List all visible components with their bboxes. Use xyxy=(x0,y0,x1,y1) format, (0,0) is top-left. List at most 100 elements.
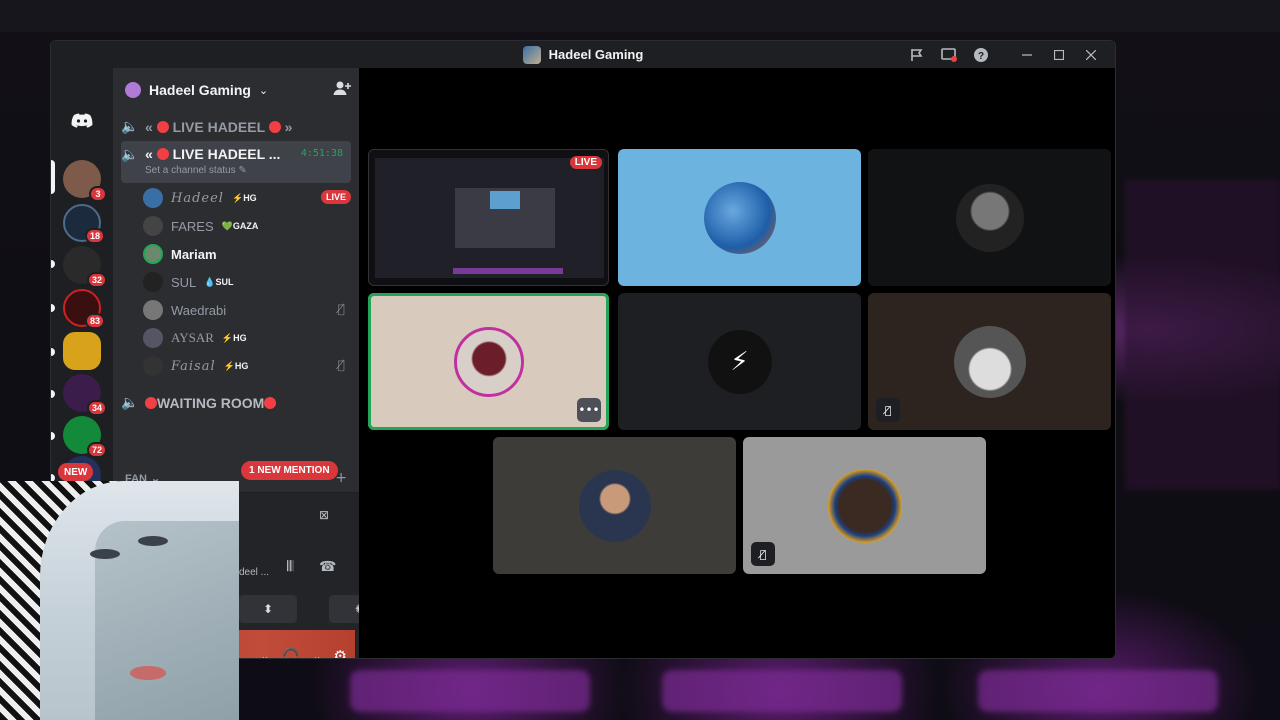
mic-muted-icon: 🎙̸ xyxy=(751,542,775,566)
member-name: SUL xyxy=(171,274,197,290)
voice-member[interactable]: Mariam xyxy=(143,241,353,267)
participant-tile[interactable] xyxy=(493,437,736,574)
background-side-panel xyxy=(1125,180,1280,490)
guild-header[interactable]: Hadeel Gaming ⌄ xyxy=(113,68,359,112)
voice-member[interactable]: Faisal ⚡HG 🎙̸ xyxy=(143,353,353,379)
participant-tile[interactable] xyxy=(618,149,861,286)
channel-name: LIVE HADEEL ... xyxy=(172,146,281,162)
server-icon[interactable]: 72 xyxy=(63,416,107,458)
voice-member[interactable]: SUL 💧SUL xyxy=(143,269,353,295)
participant-tile[interactable]: 🎙̸ xyxy=(743,437,986,574)
server-icon[interactable]: 32 xyxy=(63,246,107,288)
server-icon[interactable]: 34 xyxy=(63,374,107,416)
help-icon[interactable]: ? xyxy=(965,41,997,68)
channel-name: WAITING ROOM xyxy=(157,394,265,411)
active-server-pip xyxy=(51,160,55,194)
unread-pip xyxy=(51,432,55,440)
background-pill xyxy=(350,670,590,712)
channel-timer: 4:51:38 xyxy=(300,148,343,159)
background-bar xyxy=(0,0,1280,32)
unread-pip xyxy=(51,304,55,312)
live-badge: LIVE xyxy=(569,156,602,169)
avatar: ⚡ xyxy=(707,329,772,394)
avatar xyxy=(703,181,776,254)
maximize-icon[interactable] xyxy=(1043,41,1075,68)
add-channel-icon[interactable]: + xyxy=(335,470,347,486)
voice-member[interactable]: FARES 💚GAZA xyxy=(143,213,353,239)
server-icon[interactable]: 18 xyxy=(63,204,105,244)
voice-member[interactable]: Hadeel ⚡HG LIVE xyxy=(143,185,353,211)
activity-button[interactable]: ⬍ xyxy=(239,595,297,623)
chevron-down-icon: ⌄ xyxy=(258,83,269,97)
disconnect-icon[interactable]: ☎ xyxy=(319,559,336,575)
voice-channel-name: deel ... xyxy=(239,567,270,578)
unread-pip xyxy=(51,260,55,268)
member-tag: ⚡HG xyxy=(231,192,257,203)
avatar xyxy=(143,300,163,320)
mic-muted-icon: 🎙̸ xyxy=(876,398,900,422)
noise-suppression-icon[interactable]: 𝄃𝄃 xyxy=(287,559,293,575)
avatar xyxy=(143,272,163,292)
participant-tile[interactable] xyxy=(868,149,1111,286)
stream-tile[interactable]: LIVE xyxy=(368,149,609,286)
minimize-icon[interactable] xyxy=(1011,41,1043,68)
headset-chevron-icon[interactable]: ⌄ xyxy=(312,650,321,659)
avatar xyxy=(143,244,163,264)
member-tag: ⚡HG xyxy=(223,360,249,371)
participant-tile[interactable]: 🎙̸ xyxy=(868,293,1111,430)
background-pill xyxy=(978,670,1218,712)
voice-member[interactable]: AYSAR ⚡HG xyxy=(143,325,353,351)
server-icon[interactable] xyxy=(63,332,101,370)
new-mention-pill[interactable]: 1 NEW MENTION xyxy=(241,461,338,480)
member-name: Faisal xyxy=(171,358,216,374)
disconnect-screen-icon[interactable]: ⊠ xyxy=(319,508,329,522)
guild-avatar xyxy=(522,45,541,64)
set-channel-status[interactable]: Set a channel status ✎ xyxy=(145,165,247,176)
member-name: Hadeel xyxy=(171,190,224,206)
avatar xyxy=(955,183,1024,252)
participant-tile[interactable]: ⚡ xyxy=(618,293,861,430)
speaker-icon: 🔈 xyxy=(121,146,139,162)
video-grid: LIVE ••• ⚡ 🎙̸ 🎙̸ xyxy=(359,68,1115,658)
avatar xyxy=(453,326,524,397)
live-badge: LIVE xyxy=(320,190,351,204)
window-title: Hadeel Gaming xyxy=(548,47,644,62)
avatar xyxy=(953,325,1026,398)
avatar xyxy=(578,469,651,542)
member-name: FARES xyxy=(171,218,214,234)
more-options-icon[interactable]: ••• xyxy=(577,398,601,422)
svg-text:?: ? xyxy=(978,51,984,62)
participant-tile-speaking[interactable]: ••• xyxy=(368,293,609,430)
member-name: AYSAR xyxy=(171,330,214,345)
webcam-overlay xyxy=(0,481,239,720)
avatar xyxy=(143,188,163,208)
headset-icon[interactable]: 🎧 xyxy=(282,647,301,658)
avatar xyxy=(827,468,902,543)
mic-muted-icon: 🎙̸ xyxy=(337,358,345,372)
voice-member[interactable]: Waedrabi 🎙̸ xyxy=(143,297,353,323)
voice-channel[interactable]: 🔈 « LIVE HADEEL » xyxy=(121,118,351,135)
title-bar: Hadeel Gaming ? xyxy=(51,41,1115,68)
background-pill xyxy=(662,670,902,712)
member-tag: ⚡HG xyxy=(221,332,247,343)
add-member-icon[interactable] xyxy=(333,80,351,100)
voice-channel[interactable]: 🔈 WAITING ROOM xyxy=(121,394,351,411)
avatar xyxy=(143,216,163,236)
discord-home-icon[interactable] xyxy=(63,102,101,140)
unread-pip xyxy=(51,348,55,356)
guild-home-icon xyxy=(125,82,141,98)
mic-chevron-icon[interactable]: ⌄ xyxy=(260,650,269,659)
member-name: Mariam xyxy=(171,246,217,262)
flag-icon[interactable] xyxy=(901,41,933,68)
settings-gear-icon[interactable]: ⚙ xyxy=(334,647,347,658)
member-tag: 💚GAZA xyxy=(221,220,259,231)
avatar xyxy=(143,356,163,376)
close-icon[interactable] xyxy=(1075,41,1107,68)
mic-muted-icon: 🎙̸ xyxy=(337,302,345,316)
guild-name: Hadeel Gaming xyxy=(149,82,251,98)
member-name: Waedrabi xyxy=(171,302,227,318)
screen-share-icon[interactable] xyxy=(933,41,965,68)
voice-channel-active[interactable]: 🔈 « LIVE HADEEL ... 4:51:38 Set a channe… xyxy=(121,141,351,183)
server-icon[interactable]: 83 xyxy=(63,289,105,329)
server-icon[interactable]: 3 xyxy=(63,160,107,202)
